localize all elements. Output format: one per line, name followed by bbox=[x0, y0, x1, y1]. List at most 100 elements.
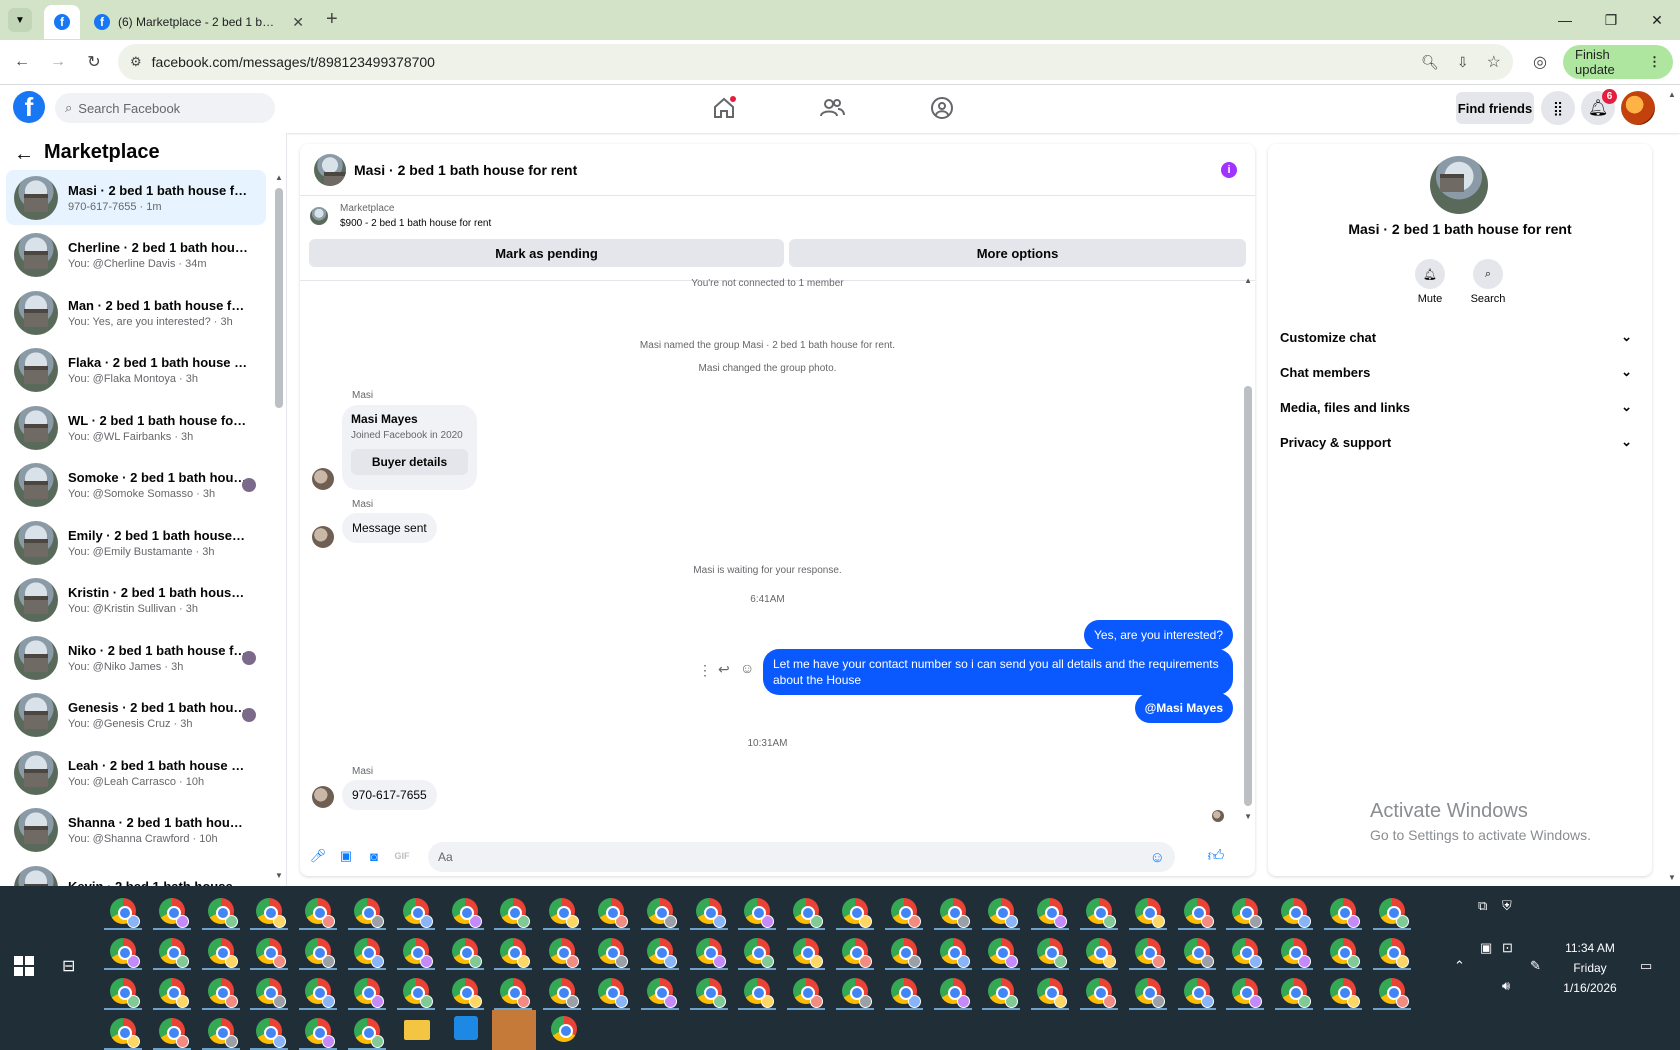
chrome-profile-icon[interactable] bbox=[354, 978, 384, 1008]
tab-pinned-facebook[interactable]: f bbox=[44, 5, 80, 39]
conversation-item[interactable]: Kevin · 2 bed 1 bath house for r... bbox=[6, 860, 266, 886]
chrome-profile-icon[interactable] bbox=[646, 898, 677, 928]
scroll-up-arrow-icon[interactable]: ▲ bbox=[1244, 276, 1252, 285]
chrome-profile-icon[interactable] bbox=[939, 898, 970, 928]
chrome-profile-icon[interactable] bbox=[207, 1018, 238, 1048]
message-input[interactable]: Aa ☺ bbox=[428, 842, 1175, 872]
chrome-profile-icon[interactable] bbox=[354, 1018, 384, 1048]
photo-icon[interactable]: ▣ bbox=[336, 846, 356, 866]
chrome-profile-icon[interactable] bbox=[1183, 938, 1214, 968]
chrome-profile-icon[interactable] bbox=[1086, 938, 1116, 968]
chrome-profile-icon[interactable] bbox=[500, 978, 531, 1008]
chat-scrollbar[interactable] bbox=[1244, 386, 1252, 806]
new-tab-button[interactable]: + bbox=[326, 8, 338, 31]
sidebar-scrollbar[interactable] bbox=[275, 188, 283, 408]
chrome-profile-icon[interactable] bbox=[744, 898, 775, 928]
chrome-profile-icon[interactable] bbox=[939, 938, 970, 968]
more-actions-icon[interactable]: ⋮ bbox=[698, 662, 712, 679]
chrome-profile-icon[interactable] bbox=[1232, 898, 1263, 928]
menu-grid-icon[interactable]: ⣿ bbox=[1541, 91, 1575, 125]
page-scroll-up-icon[interactable]: ▲ bbox=[1668, 90, 1676, 99]
chrome-profile-icon[interactable] bbox=[890, 978, 921, 1008]
volume-icon[interactable]: 🔊︎ bbox=[1502, 978, 1510, 994]
group-avatar[interactable] bbox=[1430, 156, 1488, 214]
start-windows-icon[interactable] bbox=[14, 956, 34, 976]
chrome-profile-icon[interactable] bbox=[988, 978, 1019, 1008]
network-icon[interactable]: ▣ bbox=[1480, 940, 1492, 956]
like-thumbs-up-icon[interactable]: 👍︎ bbox=[1206, 846, 1226, 866]
chrome-profile-icon[interactable] bbox=[646, 938, 677, 968]
chrome-profile-icon[interactable] bbox=[890, 898, 921, 928]
chrome-profile-icon[interactable] bbox=[1281, 978, 1312, 1008]
chrome-profile-icon[interactable] bbox=[890, 938, 921, 968]
chrome-profile-icon[interactable] bbox=[451, 898, 482, 928]
conversation-item[interactable]: Masi · 2 bed 1 bath house for rent 970-61… bbox=[6, 170, 266, 225]
meet-icon[interactable]: ⧉ bbox=[1478, 898, 1487, 914]
conversation-item[interactable]: Cherline · 2 bed 1 bath house fo... You: … bbox=[6, 228, 266, 283]
scroll-down-arrow-icon[interactable]: ▼ bbox=[1244, 812, 1252, 821]
chrome-profile-icon[interactable] bbox=[549, 898, 580, 928]
chat-title[interactable]: Masi · 2 bed 1 bath house for rent bbox=[354, 162, 577, 178]
chrome-profile-icon[interactable] bbox=[451, 978, 482, 1008]
address-bar[interactable]: ⚙ facebook.com/messages/t/89812349937870… bbox=[118, 44, 1513, 80]
chrome-profile-icon[interactable] bbox=[354, 938, 384, 968]
back-arrow-icon[interactable]: ← bbox=[14, 143, 34, 166]
chrome-profile-icon[interactable] bbox=[256, 938, 287, 968]
conversation-item[interactable]: Leah · 2 bed 1 bath house for rent You: @… bbox=[6, 745, 266, 800]
sticker-icon[interactable]: ◙ bbox=[364, 846, 384, 866]
outlook-app-icon[interactable] bbox=[492, 1010, 536, 1050]
chrome-profile-icon[interactable] bbox=[1378, 898, 1409, 928]
chrome-profile-icon[interactable] bbox=[305, 938, 336, 968]
chrome-profile-icon[interactable] bbox=[842, 898, 872, 928]
find-friends-button[interactable]: Find friends bbox=[1456, 92, 1534, 124]
reload-icon[interactable]: ↻ bbox=[80, 48, 108, 76]
site-info-icon[interactable]: ⚙ bbox=[130, 54, 142, 70]
chrome-profile-icon[interactable] bbox=[1330, 898, 1360, 928]
more-options-button[interactable]: More options bbox=[789, 239, 1246, 267]
install-app-icon[interactable]: ⇩ bbox=[1457, 54, 1469, 71]
conversation-item[interactable]: Man · 2 bed 1 bath house for rent You: Ye… bbox=[6, 285, 266, 340]
conversation-item[interactable]: Genesis · 2 bed 1 bath house ... You: @Ge… bbox=[6, 688, 266, 743]
scroll-down-arrow-icon[interactable]: ▼ bbox=[275, 871, 283, 880]
chrome-profile-icon[interactable] bbox=[500, 938, 531, 968]
chrome-icon[interactable] bbox=[551, 1016, 577, 1042]
chrome-profile-icon[interactable] bbox=[1183, 898, 1214, 928]
privacy-support-row[interactable]: Privacy & support ⌄ bbox=[1280, 427, 1640, 457]
chrome-profile-icon[interactable] bbox=[842, 938, 872, 968]
chrome-profile-icon[interactable] bbox=[305, 1018, 336, 1048]
gif-icon[interactable]: GIF bbox=[392, 846, 412, 866]
forward-icon[interactable]: → bbox=[44, 48, 72, 76]
chrome-profile-icon[interactable] bbox=[1134, 978, 1165, 1008]
conversation-item[interactable]: Kristin · 2 bed 1 bath house for r... You… bbox=[6, 573, 266, 628]
chrome-profile-icon[interactable] bbox=[695, 938, 726, 968]
media-files-links-row[interactable]: Media, files and links ⌄ bbox=[1280, 392, 1640, 422]
microphone-icon[interactable]: 🎤︎ bbox=[308, 846, 328, 866]
chrome-profile-icon[interactable] bbox=[1134, 898, 1165, 928]
chrome-profile-icon[interactable] bbox=[451, 938, 482, 968]
chrome-profile-icon[interactable] bbox=[1378, 978, 1409, 1008]
customize-chat-row[interactable]: Customize chat ⌄ bbox=[1280, 322, 1640, 352]
restore-button[interactable]: ❐ bbox=[1588, 0, 1634, 40]
facebook-logo-icon[interactable]: f bbox=[13, 91, 45, 123]
chrome-profile-icon[interactable] bbox=[695, 898, 726, 928]
profile-icon[interactable]: ◎ bbox=[1526, 48, 1554, 76]
chrome-profile-icon[interactable] bbox=[549, 938, 580, 968]
pen-icon[interactable]: ✎ bbox=[1530, 958, 1541, 974]
chrome-profile-icon[interactable] bbox=[207, 938, 238, 968]
chat-avatar[interactable] bbox=[314, 153, 346, 186]
display-icon[interactable]: ⊡ bbox=[1502, 940, 1513, 956]
task-view-icon[interactable]: ⊟ bbox=[62, 956, 75, 976]
conversation-item[interactable]: Shanna · 2 bed 1 bath house for... You: @… bbox=[6, 803, 266, 858]
chrome-profile-icon[interactable] bbox=[110, 1018, 140, 1048]
close-tab-icon[interactable]: ✕ bbox=[292, 14, 304, 31]
tab-search-button[interactable]: ▼ bbox=[8, 8, 32, 32]
chrome-profile-icon[interactable] bbox=[110, 978, 140, 1008]
chrome-profile-icon[interactable] bbox=[207, 898, 238, 928]
mute-button[interactable]: 🔔︎ Mute bbox=[1405, 259, 1455, 305]
conversation-item[interactable]: Niko · 2 bed 1 bath house for ... You: @N… bbox=[6, 630, 266, 685]
search-conversation-button[interactable]: ⌕ Search bbox=[1463, 259, 1513, 305]
info-icon[interactable]: i bbox=[1221, 162, 1237, 178]
conversation-item[interactable]: Flaka · 2 bed 1 bath house for re... You:… bbox=[6, 343, 266, 398]
mark-as-pending-button[interactable]: Mark as pending bbox=[309, 239, 784, 267]
zoom-icon[interactable]: 🔍︎ bbox=[1421, 54, 1439, 71]
